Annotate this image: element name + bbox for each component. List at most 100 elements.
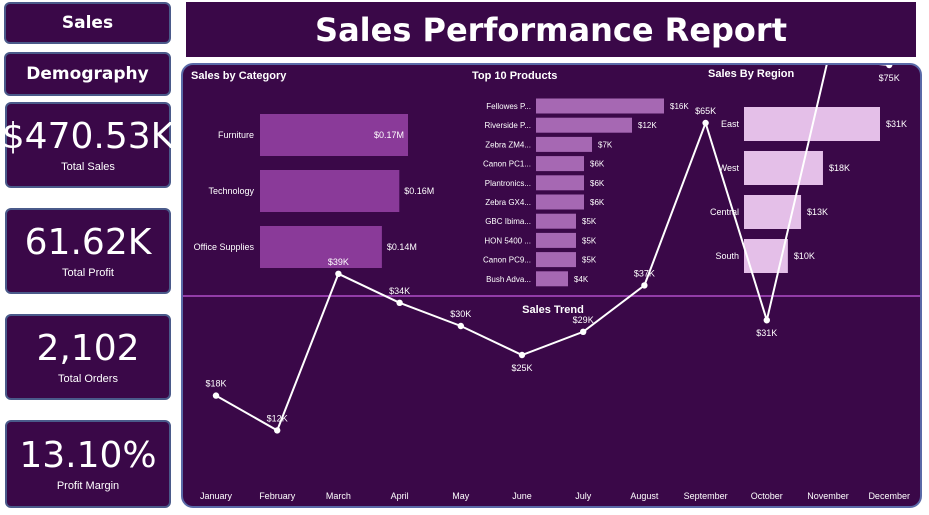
title-banner: Sales Performance Report <box>186 2 916 57</box>
page-title: Sales Performance Report <box>315 10 787 49</box>
data-label: $34K <box>389 286 410 296</box>
product-label: Zebra ZM4... <box>485 140 531 149</box>
product-bar <box>536 156 584 172</box>
product-bar <box>536 232 576 248</box>
x-tick-label: August <box>630 491 659 501</box>
product-bar <box>536 252 576 268</box>
category-bar <box>260 170 400 212</box>
data-label: $37K <box>634 268 655 278</box>
trend-point <box>212 392 220 399</box>
trend-point <box>396 299 403 306</box>
data-label: $25K <box>511 363 532 373</box>
data-label: $31K <box>756 328 777 338</box>
trend-point <box>518 351 526 359</box>
trend-point <box>763 317 770 324</box>
trend-point <box>641 282 648 289</box>
data-label: $6K <box>590 160 605 169</box>
x-tick-label: June <box>512 491 532 501</box>
product-label: Bush Adva... <box>486 275 531 284</box>
x-tick-label: March <box>326 491 351 501</box>
x-tick-label: July <box>575 491 592 501</box>
product-bar <box>536 98 664 114</box>
data-label: $65K <box>695 106 716 116</box>
product-label: Riverside P... <box>484 121 531 130</box>
kpi-label: Profit Margin <box>56 480 120 492</box>
chart-title: Sales By Region <box>708 68 794 80</box>
x-tick-label: November <box>807 491 849 501</box>
data-label: $7K <box>598 140 613 149</box>
data-label: $75K <box>879 73 900 83</box>
sales-by-region-chart: Sales By RegionEast $31KWest $18KCentral $1… <box>708 68 907 273</box>
x-tick-label: May <box>452 491 470 501</box>
kpi-card-total-orders: 2,102 Total Orders <box>5 314 171 400</box>
sales-by-category-chart: Sales by Category Furniture $0.17M Technolo… <box>191 70 434 268</box>
x-tick-label: February <box>259 491 296 501</box>
data-label: $16K <box>670 102 689 111</box>
product-label: Fellowes P... <box>486 102 531 111</box>
data-label: $10K <box>794 251 815 261</box>
product-label: Zebra GX4... <box>485 198 531 207</box>
product-bar <box>536 271 568 287</box>
kpi-value: 13.10% <box>19 435 157 476</box>
category-label: Furniture <box>218 130 254 140</box>
product-label: Canon PC9... <box>483 256 531 265</box>
kpi-card-profit-margin: 13.10% Profit Margin <box>5 420 171 508</box>
data-label: $0.16M <box>404 186 434 196</box>
category-bar <box>260 226 382 268</box>
kpi-value: 61.62K <box>24 222 152 263</box>
data-label: $12K <box>267 413 288 423</box>
trend-point <box>335 270 342 277</box>
trend-point <box>457 322 464 330</box>
region-label: East <box>721 119 740 129</box>
chart-title: Sales by Category <box>191 70 287 82</box>
data-label: $4K <box>574 275 589 284</box>
product-label: Canon PC1... <box>483 160 531 169</box>
product-bar <box>536 213 576 229</box>
product-bar <box>536 194 584 210</box>
trend-point <box>886 65 893 69</box>
trend-point <box>274 427 281 434</box>
x-tick-label: September <box>684 491 728 501</box>
data-label: $5K <box>582 256 597 265</box>
region-bar <box>744 151 823 185</box>
kpi-card-total-profit: 61.62K Total Profit <box>5 208 171 294</box>
product-label: GBC Ibima... <box>485 217 531 226</box>
data-label: $0.14M <box>387 242 417 252</box>
kpi-value: $470.53K <box>1 116 175 157</box>
sales-nav-button[interactable]: Sales <box>4 2 171 44</box>
category-label: Office Supplies <box>194 242 255 252</box>
data-label: $12K <box>638 121 657 130</box>
product-label: HON 5400 ... <box>484 236 531 245</box>
demography-nav-button[interactable]: Demography <box>4 52 171 96</box>
product-bar <box>536 175 584 191</box>
charts-canvas: Sales by Category Furniture $0.17M Technolo… <box>183 65 920 501</box>
kpi-value: 2,102 <box>36 328 140 369</box>
data-label: $5K <box>582 217 597 226</box>
product-bar <box>536 136 592 152</box>
data-label: $39K <box>328 257 349 267</box>
x-tick-label: April <box>391 491 409 501</box>
demography-nav-label: Demography <box>26 64 149 84</box>
x-tick-label: January <box>200 491 233 501</box>
data-label: $18K <box>205 379 226 389</box>
data-label: $30K <box>450 309 471 319</box>
product-bar <box>536 117 632 133</box>
region-label: South <box>715 251 739 261</box>
category-label: Technology <box>208 186 254 196</box>
kpi-label: Total Profit <box>62 267 114 279</box>
chart-title: Top 10 Products <box>472 70 557 82</box>
data-label: $6K <box>590 198 605 207</box>
data-label: $5K <box>582 236 597 245</box>
charts-panel: Sales by Category Furniture $0.17M Technolo… <box>181 63 922 508</box>
data-label: $29K <box>573 315 594 325</box>
data-label: $13K <box>807 207 828 217</box>
data-label: $0.17M <box>374 130 404 140</box>
data-label: $31K <box>886 119 907 129</box>
kpi-label: Total Sales <box>61 161 115 173</box>
product-label: Plantronics... <box>485 179 531 188</box>
sales-nav-label: Sales <box>61 13 114 33</box>
kpi-label: Total Orders <box>58 373 118 385</box>
trend-point <box>580 328 587 335</box>
x-tick-label: October <box>751 491 783 501</box>
trend-point <box>702 119 709 127</box>
